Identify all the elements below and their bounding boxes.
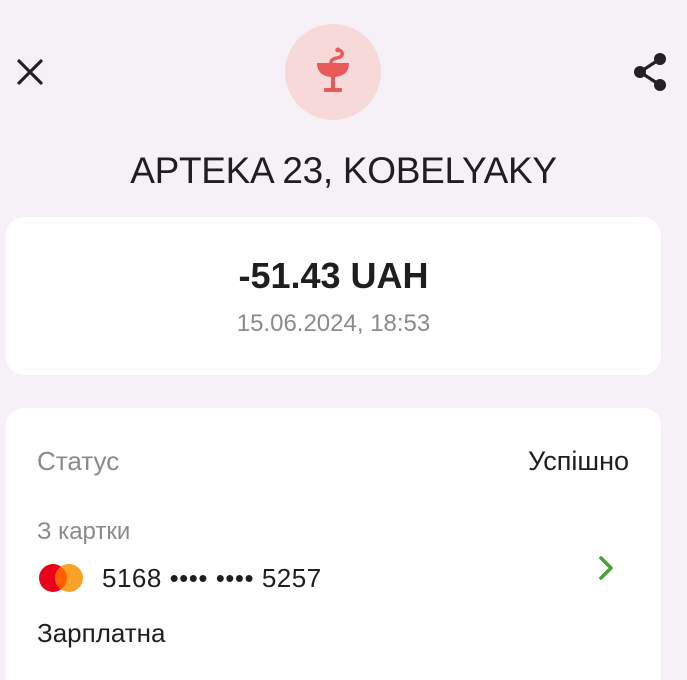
transaction-datetime: 15.06.2024, 18:53 [236, 310, 431, 337]
transaction-amount: -51.43 UAH [238, 255, 429, 296]
transaction-details-screen: APTEKA 23, KOBELYAKY -51.43 UAH 15.06.20… [0, 0, 687, 680]
merchant-name: APTEKA 23, KOBELYAKY [130, 150, 557, 191]
details-card: Статус Успішно З картки 5168 •••• •••• 5… [6, 408, 661, 680]
amount-card: -51.43 UAH 15.06.2024, 18:53 [6, 217, 661, 375]
share-button[interactable] [628, 50, 672, 94]
source-card-row[interactable]: 5168 •••• •••• 5257 [36, 558, 322, 598]
pharmacy-bowl-of-hygieia-icon [317, 47, 349, 92]
card-name: Зарплатна [37, 618, 166, 648]
chevron-right-button[interactable] [591, 550, 621, 586]
card-number: 5168 •••• •••• 5257 [102, 562, 322, 593]
close-button[interactable] [10, 52, 50, 92]
share-icon [634, 53, 666, 91]
status-value: Успішно [527, 446, 629, 476]
merchant-logo [285, 24, 381, 120]
close-icon [17, 59, 43, 85]
mastercard-logo-icon [36, 562, 88, 594]
chevron-right-icon [599, 556, 613, 580]
from-card-label: З картки [37, 518, 131, 545]
status-label: Статус [37, 446, 120, 476]
